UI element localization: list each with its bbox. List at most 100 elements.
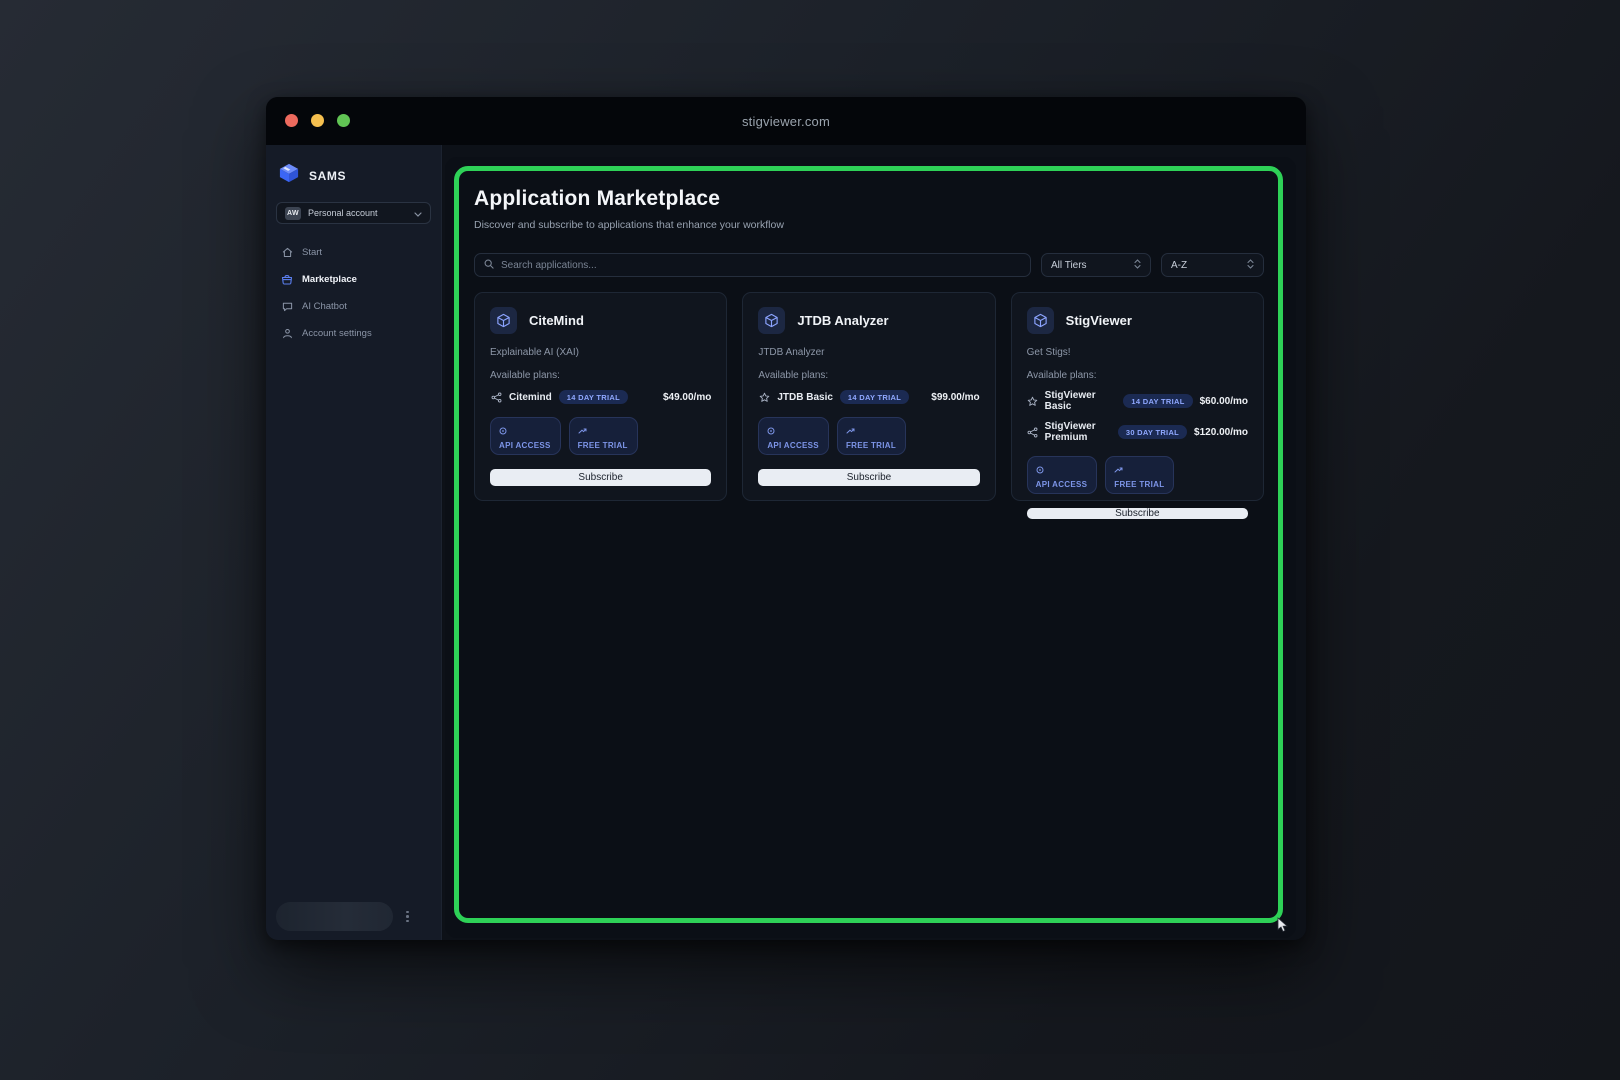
brand: SAMS: [276, 159, 431, 202]
plan-row: JTDB Basic 14 DAY TRIAL $99.00/mo: [758, 390, 979, 404]
tag-label: API ACCESS: [499, 441, 551, 450]
close-window-icon[interactable]: [285, 114, 298, 127]
trial-badge: 30 DAY TRIAL: [1118, 425, 1187, 439]
sidebar-item-label: AI Chatbot: [302, 301, 347, 312]
subscribe-button[interactable]: Subscribe: [490, 469, 711, 486]
cube-icon: [758, 307, 785, 334]
more-options-icon[interactable]: [406, 911, 409, 923]
filter-row: All Tiers A-Z: [474, 253, 1264, 277]
app-description: Explainable AI (XAI): [490, 347, 711, 358]
sidebar-nav: Start Marketplace AI Chatbot: [276, 242, 431, 344]
sidebar-item-label: Start: [302, 247, 322, 258]
plans-label: Available plans:: [758, 370, 979, 381]
sort-select[interactable]: A-Z: [1161, 253, 1264, 277]
star-icon: [1027, 396, 1038, 407]
trial-badge: 14 DAY TRIAL: [840, 390, 909, 404]
free-trial-tag: FREE TRIAL: [569, 417, 638, 455]
plan-price: $120.00/mo: [1194, 427, 1248, 438]
tag-row: API ACCESS FREE TRIAL: [758, 417, 979, 455]
plan-row: StigViewer Basic 14 DAY TRIAL $60.00/mo: [1027, 390, 1248, 412]
api-icon: [1036, 461, 1088, 479]
app-card-citemind: CiteMind Explainable AI (XAI) Available …: [474, 292, 727, 501]
sidebar: SAMS AW Personal account Start: [266, 145, 442, 940]
trial-icon: [846, 422, 896, 440]
zoom-window-icon[interactable]: [337, 114, 350, 127]
chat-icon: [281, 301, 293, 312]
page-title: Application Marketplace: [474, 187, 1264, 211]
share-nodes-icon: [490, 392, 502, 403]
sidebar-item-marketplace[interactable]: Marketplace: [276, 269, 431, 290]
card-header: StigViewer: [1027, 307, 1248, 334]
plan-name: StigViewer Premium: [1045, 421, 1111, 443]
plan-price: $99.00/mo: [931, 392, 979, 403]
mouse-cursor-icon: [1277, 917, 1290, 938]
plan-price: $49.00/mo: [663, 392, 711, 403]
api-access-tag: API ACCESS: [1027, 456, 1098, 494]
app-name: JTDB Analyzer: [797, 313, 888, 328]
app-description: Get Stigs!: [1027, 347, 1248, 358]
plans-label: Available plans:: [1027, 370, 1248, 381]
sort-value: A-Z: [1171, 260, 1187, 271]
tier-filter-select[interactable]: All Tiers: [1041, 253, 1151, 277]
api-access-tag: API ACCESS: [758, 417, 829, 455]
account-label: Personal account: [308, 208, 407, 218]
trial-badge: 14 DAY TRIAL: [559, 390, 628, 404]
sidebar-item-label: Account settings: [302, 328, 372, 339]
avatar: AW: [285, 207, 301, 220]
chevron-down-icon: [414, 204, 422, 222]
card-header: JTDB Analyzer: [758, 307, 979, 334]
api-access-tag: API ACCESS: [490, 417, 561, 455]
trial-icon: [578, 422, 628, 440]
desktop-backdrop: stigviewer.com SAMS AW Personal account: [0, 0, 1620, 1080]
search-box: [474, 253, 1031, 277]
marketplace-content: Application Marketplace Discover and sub…: [474, 187, 1264, 918]
app-description: JTDB Analyzer: [758, 347, 979, 358]
brand-name: SAMS: [309, 169, 346, 183]
plan-price: $60.00/mo: [1200, 396, 1248, 407]
tag-label: FREE TRIAL: [846, 441, 896, 450]
tag-label: API ACCESS: [767, 441, 819, 450]
marketplace-panel: Application Marketplace Discover and sub…: [445, 157, 1296, 938]
updown-chevrons-icon: [1247, 259, 1254, 272]
sidebar-item-account-settings[interactable]: Account settings: [276, 323, 431, 344]
account-switcher[interactable]: AW Personal account: [276, 202, 431, 224]
star-icon: [758, 392, 770, 403]
traffic-lights: [285, 114, 350, 127]
home-icon: [281, 247, 293, 258]
user-chip-skeleton[interactable]: [276, 902, 393, 931]
sidebar-item-start[interactable]: Start: [276, 242, 431, 263]
card-header: CiteMind: [490, 307, 711, 334]
free-trial-tag: FREE TRIAL: [1105, 456, 1174, 494]
minimize-window-icon[interactable]: [311, 114, 324, 127]
trial-icon: [1114, 461, 1164, 479]
tag-row: API ACCESS FREE TRIAL: [490, 417, 711, 455]
share-nodes-icon: [1027, 427, 1038, 438]
window-title: stigviewer.com: [742, 114, 830, 129]
api-icon: [767, 422, 819, 440]
user-icon: [281, 328, 293, 339]
search-input[interactable]: [501, 260, 1021, 271]
trial-badge: 14 DAY TRIAL: [1123, 394, 1192, 408]
tag-label: FREE TRIAL: [1114, 480, 1164, 489]
app-name: CiteMind: [529, 313, 584, 328]
app-cards: CiteMind Explainable AI (XAI) Available …: [474, 292, 1264, 501]
sidebar-item-label: Marketplace: [302, 274, 357, 285]
subscribe-button[interactable]: Subscribe: [1027, 508, 1248, 519]
cube-icon: [1027, 307, 1054, 334]
search-icon: [484, 256, 494, 274]
marketplace-icon: [281, 274, 293, 285]
plan-row: StigViewer Premium 30 DAY TRIAL $120.00/…: [1027, 421, 1248, 443]
cube-icon: [490, 307, 517, 334]
api-icon: [499, 422, 551, 440]
sidebar-item-ai-chatbot[interactable]: AI Chatbot: [276, 296, 431, 317]
app-card-jtdb-analyzer: JTDB Analyzer JTDB Analyzer Available pl…: [742, 292, 995, 501]
plan-row: Citemind 14 DAY TRIAL $49.00/mo: [490, 390, 711, 404]
plan-name: StigViewer Basic: [1045, 390, 1117, 412]
tag-label: API ACCESS: [1036, 480, 1088, 489]
tag-label: FREE TRIAL: [578, 441, 628, 450]
subscribe-button[interactable]: Subscribe: [758, 469, 979, 486]
plan-name: JTDB Basic: [777, 392, 833, 403]
plans-label: Available plans:: [490, 370, 711, 381]
page-subtitle: Discover and subscribe to applications t…: [474, 219, 1264, 231]
sidebar-footer: [276, 902, 431, 931]
